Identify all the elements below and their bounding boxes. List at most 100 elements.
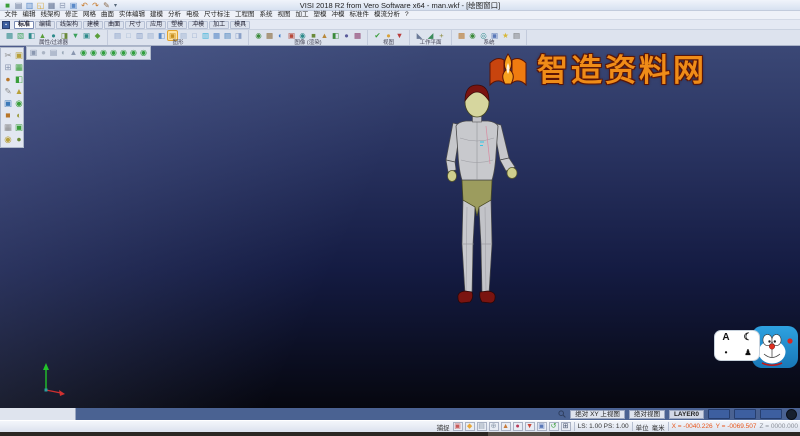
view-toolbar-icon[interactable]: ◉	[139, 48, 148, 58]
left-palette-icon[interactable]: ●	[3, 74, 13, 85]
view-toolbar-icon[interactable]: ◉	[129, 48, 138, 58]
menu-item[interactable]: 工程图	[233, 11, 258, 19]
toolbar-tab[interactable]: 标准	[14, 20, 35, 29]
quick-access-icon[interactable]: ▤	[14, 1, 23, 10]
menu-item[interactable]: ?	[403, 11, 412, 19]
ribbon-icon[interactable]: ▧	[16, 31, 25, 40]
toolbar-tab[interactable]: 加工	[209, 20, 230, 29]
view-toolbar-icon[interactable]: ●	[39, 48, 48, 58]
ribbon-icon[interactable]: ●	[384, 31, 393, 40]
left-palette-icon[interactable]: ◉	[14, 98, 24, 109]
quick-access-icon[interactable]: ▣	[69, 1, 78, 10]
ribbon-icon[interactable]: ▦	[212, 31, 221, 40]
ribbon-icon[interactable]: ▲	[320, 31, 329, 40]
status-orb-icon[interactable]	[786, 408, 797, 420]
ribbon-icon[interactable]: ◨	[60, 31, 69, 40]
toolbar-tab[interactable]: 线架构	[56, 20, 83, 29]
view-toolbar-icon[interactable]: ◉	[99, 48, 108, 58]
ribbon-icon[interactable]: ▣	[167, 30, 178, 41]
snap-toggle-icon[interactable]: ▣	[452, 422, 463, 431]
menu-item[interactable]: 尺寸标注	[202, 11, 233, 19]
toolbar-tab[interactable]: 塑模	[167, 20, 188, 29]
left-palette-icon[interactable]: ◉	[3, 134, 13, 145]
snap-toggle-icon[interactable]: ⊞	[560, 422, 571, 431]
menu-item[interactable]: 加工	[293, 11, 311, 19]
snap-toggle-icon[interactable]: ●	[512, 422, 523, 431]
ribbon-icon[interactable]: ★	[501, 31, 510, 40]
view-toolbar-icon[interactable]: ◐	[59, 48, 68, 58]
ribbon-icon[interactable]: ■	[309, 31, 318, 40]
ribbon-icon[interactable]: ◉	[468, 31, 477, 40]
ribbon-icon[interactable]: ▦	[265, 31, 274, 40]
ribbon-icon[interactable]: ◐	[276, 31, 285, 40]
quick-access-icon[interactable]: ◱	[36, 1, 45, 10]
toolbar-tab[interactable]: 应用	[146, 20, 167, 29]
view-toolbar-icon[interactable]: ◉	[89, 48, 98, 58]
color-swatch[interactable]	[734, 409, 756, 419]
ribbon-icon[interactable]: ◨	[234, 31, 243, 40]
ribbon-icon[interactable]: ▲	[38, 31, 47, 40]
ribbon-icon[interactable]: ◎	[479, 31, 488, 40]
ribbon-icon[interactable]: +	[437, 31, 446, 40]
menu-item[interactable]: 线架构	[38, 11, 63, 19]
menu-item[interactable]: 系统	[257, 11, 275, 19]
left-palette-icon[interactable]: ▦	[3, 122, 13, 133]
ribbon-icon[interactable]: ▣	[82, 31, 91, 40]
ribbon-icon[interactable]: ▼	[71, 31, 80, 40]
menu-item[interactable]: 编辑	[20, 11, 38, 19]
quick-access-icon[interactable]: ■	[3, 1, 12, 10]
ribbon-icon[interactable]: ◧	[157, 31, 166, 40]
ribbon-icon[interactable]: ◧	[331, 31, 340, 40]
ribbon-icon[interactable]: ▦	[457, 31, 466, 40]
toolbar-tab[interactable]: 尺寸	[125, 20, 146, 29]
snap-toggle-icon[interactable]: ▲	[500, 422, 511, 431]
menu-item[interactable]: 文件	[2, 11, 20, 19]
quick-access-icon[interactable]: ▥	[25, 1, 34, 10]
doraemon-speech-panel[interactable]: A ☾ • ♟	[714, 330, 760, 361]
view-toolbar-icon[interactable]: ▣	[29, 48, 38, 58]
left-palette-icon[interactable]: ▦	[14, 62, 24, 73]
left-palette-icon[interactable]: ▣	[3, 98, 13, 109]
menu-item[interactable]: 模流分析	[372, 11, 403, 19]
ribbon-icon[interactable]: ◣	[415, 31, 424, 40]
left-palette-icon[interactable]: ◐	[14, 110, 24, 121]
ribbon-icon[interactable]: ▦	[5, 31, 14, 40]
menu-item[interactable]: 建模	[148, 11, 166, 19]
left-palette-icon[interactable]: ▣	[14, 122, 24, 133]
ribbon-icon[interactable]: □	[190, 31, 199, 40]
menu-item[interactable]: 网格	[81, 11, 99, 19]
snap-toggle-icon[interactable]: ⊕	[488, 422, 499, 431]
left-palette-icon[interactable]: ⊞	[3, 62, 13, 73]
color-swatch[interactable]	[760, 409, 782, 419]
3d-viewport[interactable]: ▣ ● ▤ ◐ ▲ ◉ ◉ ◉ ◉ ◉ ◉ ◉ ✂ ▣ ⊞ ▦ ● ◧ ✎ ▲ ▣ ◉ ■ ◐ ▦ ▣ ◉ ● 智造资料网	[0, 46, 800, 408]
quick-access-icon[interactable]: ✎	[102, 1, 111, 10]
left-palette-icon[interactable]: ✎	[3, 86, 13, 97]
left-palette-icon[interactable]: ◧	[14, 74, 24, 85]
menu-item[interactable]: 视图	[275, 11, 293, 19]
ribbon-icon[interactable]: ●	[342, 31, 351, 40]
ribbon-icon[interactable]: ▤	[512, 31, 521, 40]
toolbar-tab[interactable]: 编辑	[35, 20, 56, 29]
quick-access-icon[interactable]: ↷	[91, 1, 100, 10]
menu-item[interactable]: 实体编辑	[117, 11, 148, 19]
menu-item[interactable]: 塑模	[311, 11, 329, 19]
view-toolbar-icon[interactable]: ▤	[49, 48, 58, 58]
ribbon-icon[interactable]: ●	[49, 31, 58, 40]
view-toolbar-icon[interactable]: ◉	[109, 48, 118, 58]
quick-access-icon[interactable]: ↶	[80, 1, 89, 10]
search-icon[interactable]	[558, 410, 567, 418]
ribbon-icon[interactable]: ▦	[353, 31, 362, 40]
ribbon-icon[interactable]: ◢	[426, 31, 435, 40]
ribbon-icon[interactable]: ✔	[373, 31, 382, 40]
quick-access-more-icon[interactable]: ▾	[114, 2, 117, 9]
color-swatch[interactable]	[708, 409, 730, 419]
prompt-input-area[interactable]	[0, 408, 76, 420]
view-toolbar-icon[interactable]: ▲	[69, 48, 78, 58]
ribbon-icon[interactable]: ▤	[179, 31, 188, 40]
ribbon-icon[interactable]: □	[124, 31, 133, 40]
toolbar-tab[interactable]: 模具	[230, 20, 251, 29]
snap-toggle-icon[interactable]: ▣	[536, 422, 547, 431]
view-toolbar-icon[interactable]: ◉	[79, 48, 88, 58]
quick-access-icon[interactable]: ⊟	[58, 1, 67, 10]
menu-item[interactable]: 曲面	[99, 11, 117, 19]
